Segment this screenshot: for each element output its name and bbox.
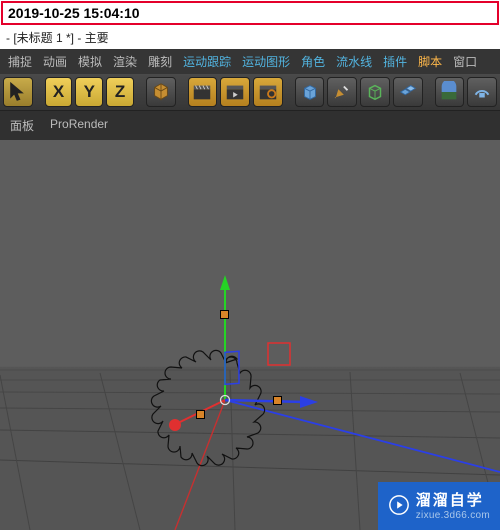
handle-point[interactable] (196, 410, 205, 419)
menu-render[interactable]: 渲染 (113, 53, 137, 70)
menu-scripts[interactable]: 脚本 (418, 53, 442, 70)
stack-cubes-icon (397, 81, 419, 103)
clapper-play-icon (224, 81, 246, 103)
render-settings-button[interactable] (253, 77, 283, 107)
menu-sculpt[interactable]: 雕刻 (148, 53, 172, 70)
watermark-brand: 溜溜自学 (416, 489, 490, 510)
menu-character[interactable]: 角色 (301, 53, 325, 70)
render-region-button[interactable] (220, 77, 250, 107)
menu-motion-graphics[interactable]: 运动图形 (242, 53, 290, 70)
subbar-panel[interactable]: 面板 (10, 117, 34, 134)
coord-system-button[interactable] (146, 77, 176, 107)
menu-pipeline[interactable]: 流水线 (336, 53, 372, 70)
window-title: - [未标题 1 *] - 主要 (0, 26, 500, 49)
deformer-button[interactable] (393, 77, 423, 107)
axis-x-button[interactable]: X (45, 77, 73, 107)
sky-icon (438, 81, 460, 103)
menu-window[interactable]: 窗口 (453, 53, 477, 70)
clapper-gear-icon (257, 81, 279, 103)
axis-x-label: X (53, 82, 64, 102)
generator-button[interactable] (360, 77, 390, 107)
axis-y-label: Y (84, 82, 95, 102)
cursor-tool[interactable] (3, 77, 33, 107)
menu-animation[interactable]: 动画 (43, 53, 67, 70)
menu-bar: 捕捉 动画 模拟 渲染 雕刻 运动跟踪 运动图形 角色 流水线 插件 脚本 窗口 (0, 49, 500, 74)
environment-button[interactable] (435, 77, 465, 107)
primitive-cube-button[interactable] (295, 77, 325, 107)
watermark: 溜溜自学 zixue.3d66.com (378, 482, 500, 530)
watermark-site: zixue.3d66.com (416, 510, 490, 521)
handle-point[interactable] (273, 396, 282, 405)
move-gizmo[interactable] (0, 140, 500, 530)
cursor-icon (7, 81, 29, 103)
spline-pen-button[interactable] (327, 77, 357, 107)
camera-arc-icon (471, 81, 493, 103)
viewport-sub-bar: 面板 ProRender (0, 111, 500, 140)
axis-z-button[interactable]: Z (106, 77, 134, 107)
axis-z-label: Z (115, 82, 125, 102)
play-circle-icon (388, 494, 410, 516)
timestamp-bar: 2019-10-25 15:04:10 (1, 1, 499, 25)
subbar-prorender[interactable]: ProRender (50, 117, 108, 134)
handle-point[interactable] (220, 310, 229, 319)
title-text: - [未标题 1 *] - 主要 (6, 31, 109, 45)
menu-plugins[interactable]: 插件 (383, 53, 407, 70)
timestamp-text: 2019-10-25 15:04:10 (8, 5, 140, 21)
menu-motion-tracker[interactable]: 运动跟踪 (183, 53, 231, 70)
wire-cube-icon (299, 81, 321, 103)
main-toolbar: X Y Z (0, 74, 500, 111)
menu-capture[interactable]: 捕捉 (8, 53, 32, 70)
viewport-3d[interactable]: 溜溜自学 zixue.3d66.com (0, 140, 500, 530)
camera-button[interactable] (467, 77, 497, 107)
menu-simulate[interactable]: 模拟 (78, 53, 102, 70)
axis-y-button[interactable]: Y (75, 77, 103, 107)
green-cube-icon (364, 81, 386, 103)
pen-icon (331, 81, 353, 103)
cube-icon (150, 81, 172, 103)
clapper-icon (191, 81, 213, 103)
render-frame-button[interactable] (188, 77, 218, 107)
